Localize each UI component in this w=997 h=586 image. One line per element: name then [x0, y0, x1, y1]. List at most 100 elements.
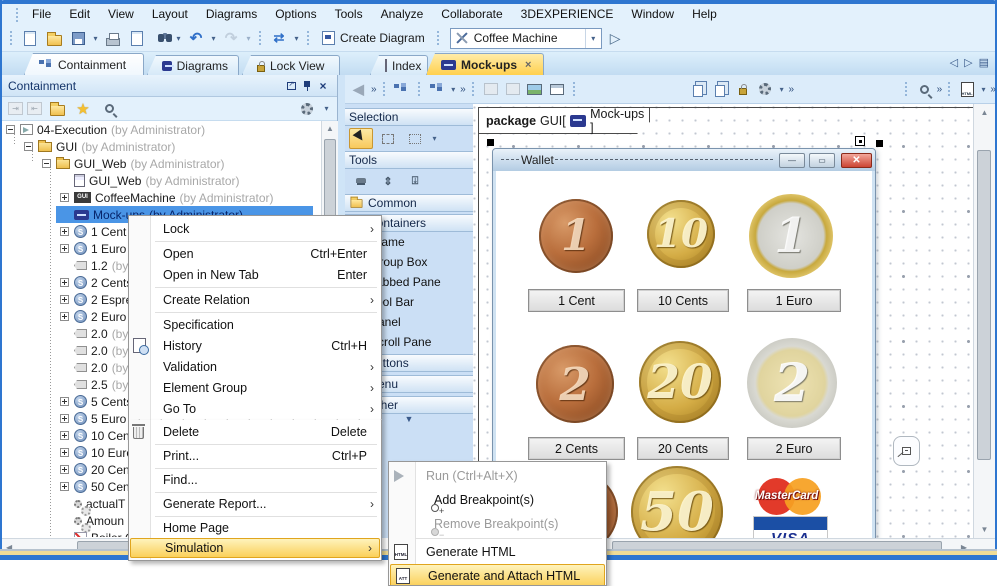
toolbar-grip[interactable]: [382, 81, 386, 97]
menu-3dexperience[interactable]: 3DEXPERIENCE: [512, 4, 623, 25]
toolbar-grip[interactable]: [904, 81, 908, 97]
menu-item-simulation[interactable]: Simulation›: [130, 538, 380, 558]
menubar-grip[interactable]: [15, 7, 20, 23]
coin-image[interactable]: 1: [749, 194, 833, 278]
html-dropdown-arrow-icon[interactable]: ▾: [980, 78, 988, 100]
search-icon[interactable]: [98, 98, 120, 120]
menu-item-go-to[interactable]: Go To›: [129, 398, 381, 419]
toolbar-grip[interactable]: [947, 81, 951, 97]
menu-window[interactable]: Window: [622, 4, 683, 25]
menu-edit[interactable]: Edit: [60, 4, 99, 25]
tree-item-04-execution[interactable]: 04-Execution(by Administrator): [2, 121, 321, 138]
toolbar-grip[interactable]: [471, 81, 475, 97]
tree-expander-icon[interactable]: [60, 278, 69, 287]
scrollbar-thumb[interactable]: [977, 150, 991, 460]
submenu-item-generate-html[interactable]: HTMLGenerate HTML: [389, 540, 606, 564]
tree-expander-icon[interactable]: [60, 397, 69, 406]
tree-item-gui_web[interactable]: GUI_Web(by Administrator): [2, 172, 321, 189]
toolbar-grip[interactable]: [9, 30, 14, 46]
tree-expander-icon[interactable]: [6, 125, 15, 134]
hierarchy-dropdown-arrow-icon[interactable]: ▾: [449, 78, 457, 100]
tree-expander-icon[interactable]: [60, 244, 69, 253]
toolbar-grip[interactable]: [306, 30, 311, 46]
coin-image[interactable]: 10: [647, 200, 715, 268]
combo-dropdown-arrow-icon[interactable]: ▾: [585, 29, 601, 48]
tab-close-icon[interactable]: ×: [525, 59, 531, 71]
sync-button[interactable]: ⇄: [268, 27, 290, 49]
tree-expander-icon[interactable]: [60, 312, 69, 321]
menu-collaborate[interactable]: Collaborate: [432, 4, 511, 25]
float-panel-icon[interactable]: [283, 78, 299, 94]
tree-item-gui_web[interactable]: GUI_Web(by Administrator): [2, 155, 321, 172]
toolbar-grip[interactable]: [436, 30, 441, 46]
undo-button[interactable]: ↶: [185, 27, 207, 49]
tree-expander-icon[interactable]: [42, 159, 51, 168]
mock-button-10-cents[interactable]: 10 Cents: [637, 289, 729, 312]
tab-list-icon[interactable]: ▤: [979, 56, 989, 69]
undo-dropdown-arrow-icon[interactable]: ▾: [209, 27, 218, 49]
submenu-item-add-breakpoint-s-[interactable]: Add Breakpoint(s): [389, 488, 606, 512]
mock-button-1-euro[interactable]: 1 Euro: [747, 289, 841, 312]
menu-help[interactable]: Help: [683, 4, 726, 25]
palette-section-selection[interactable]: Selection: [345, 108, 473, 126]
tree-item-coffeemachine[interactable]: GUICoffeeMachine(by Administrator): [2, 189, 321, 206]
toolbar-overflow-icon[interactable]: »: [371, 84, 376, 95]
menu-item-print-[interactable]: Print...Ctrl+P: [129, 446, 381, 466]
coin-image[interactable]: 2: [536, 345, 614, 423]
selection-dropdown-arrow-icon[interactable]: ▾: [430, 128, 439, 150]
align-tool-button[interactable]: ⍗: [403, 171, 427, 192]
tree-expander-icon[interactable]: [60, 193, 69, 202]
tab-diagrams[interactable]: Diagrams: [147, 55, 239, 75]
coin-image[interactable]: 20: [639, 341, 721, 423]
open-element-icon[interactable]: [46, 98, 68, 120]
scroll-down-icon[interactable]: ▼: [974, 525, 995, 534]
menu-diagrams[interactable]: Diagrams: [197, 4, 266, 25]
menu-item-element-group[interactable]: Element Group›: [129, 377, 381, 398]
menu-file[interactable]: File: [23, 4, 60, 25]
coin-image[interactable]: 1: [539, 199, 613, 273]
mock-button-2-cents[interactable]: 2 Cents: [528, 437, 625, 460]
toolbar-overflow-icon[interactable]: »: [460, 84, 465, 95]
tree-expander-icon[interactable]: [60, 448, 69, 457]
cursor-tool-button[interactable]: [349, 128, 373, 149]
tree-expander-icon[interactable]: [60, 482, 69, 491]
sync-dropdown-arrow-icon[interactable]: ▾: [292, 27, 301, 49]
selection-handle[interactable]: [876, 140, 883, 147]
insert-image-icon[interactable]: [525, 78, 544, 100]
tree-expander-icon[interactable]: [60, 431, 69, 440]
find-dropdown-arrow-icon[interactable]: ▾: [174, 27, 183, 49]
coin-image[interactable]: 2: [747, 338, 837, 428]
save-button[interactable]: [67, 27, 89, 49]
mock-button-2-euro[interactable]: 2 Euro: [747, 437, 841, 460]
tab-containment[interactable]: Containment: [24, 53, 144, 75]
menu-item-create-relation[interactable]: Create Relation›: [129, 289, 381, 310]
toolbar-overflow-icon[interactable]: »: [788, 84, 793, 95]
create-diagram-button[interactable]: Create Diagram: [316, 26, 431, 50]
close-panel-icon[interactable]: ×: [315, 78, 331, 94]
menu-item-generate-report-[interactable]: Generate Report...›: [129, 494, 381, 514]
open-project-button[interactable]: [43, 27, 65, 49]
menu-view[interactable]: View: [99, 4, 143, 25]
menu-item-open[interactable]: OpenCtrl+Enter: [129, 243, 381, 264]
generate-html-toolbar-icon[interactable]: HTML: [958, 78, 977, 100]
maximize-button[interactable]: ▭: [809, 153, 835, 168]
paste-icon[interactable]: [712, 78, 731, 100]
tree-expander-icon[interactable]: [60, 414, 69, 423]
visa-logo[interactable]: VISA: [753, 516, 828, 538]
new-project-button[interactable]: [19, 27, 41, 49]
back-arrow-icon[interactable]: ◀: [349, 78, 368, 100]
mock-button-20-cents[interactable]: 20 Cents: [637, 437, 729, 460]
distribute-vertical-button[interactable]: ⇕: [376, 171, 400, 192]
favorites-star-icon[interactable]: ★: [72, 98, 94, 120]
zoom-search-icon[interactable]: [915, 78, 934, 100]
menu-item-open-in-new-tab[interactable]: Open in New TabEnter: [129, 264, 381, 285]
selection-handle[interactable]: [487, 139, 494, 146]
wallet-titlebar[interactable]: Wallet — ▭ ✕: [493, 149, 875, 171]
save-dropdown-arrow-icon[interactable]: ▾: [91, 27, 100, 49]
submenu-item-generate-and-attach-html[interactable]: ATTGenerate and Attach HTML: [390, 564, 605, 586]
tab-scroll-left-icon[interactable]: ◁: [950, 56, 958, 69]
toolbar-grip[interactable]: [258, 30, 263, 46]
menu-tools[interactable]: Tools: [326, 4, 372, 25]
gear-dropdown-arrow-icon[interactable]: ▾: [778, 78, 786, 100]
scroll-up-icon[interactable]: ▲: [974, 108, 995, 117]
